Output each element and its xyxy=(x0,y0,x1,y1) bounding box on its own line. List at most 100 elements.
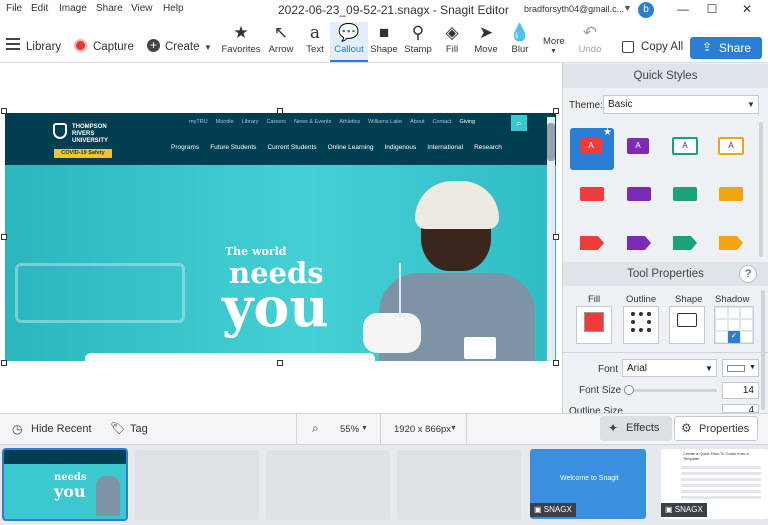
maximize-icon[interactable]: ☐ xyxy=(702,2,722,16)
theme-select[interactable]: Basic ▼ xyxy=(603,95,759,114)
thumb-welcome-text: Welcome to Snagit xyxy=(560,475,619,482)
nav-link: Indigenous xyxy=(384,144,417,151)
tool-blur[interactable]: 💧 Blur xyxy=(499,22,541,62)
callout-style-orange[interactable]: A xyxy=(718,137,744,155)
font-select[interactable]: Arial ▼ xyxy=(622,359,717,377)
help-icon[interactable]: ? xyxy=(739,265,757,283)
account-dropdown-icon[interactable]: ▼ xyxy=(623,3,632,13)
hide-recent-icon[interactable]: ◷ xyxy=(12,422,22,436)
tray-thumb-empty[interactable] xyxy=(135,450,259,520)
resize-handle[interactable] xyxy=(277,360,283,366)
effects-label: Effects xyxy=(626,422,660,434)
font-value: Arial xyxy=(627,363,648,374)
tray-thumb-empty[interactable] xyxy=(266,450,390,520)
thumb-figure xyxy=(96,476,120,516)
account-email[interactable]: bradforsyth04@gmail.c... xyxy=(524,4,624,14)
menu-file[interactable]: File xyxy=(6,3,22,14)
share-button[interactable]: ⇪ Share xyxy=(690,37,762,59)
font-color-picker[interactable]: ▼ xyxy=(722,359,759,377)
create-plus-icon[interactable]: + xyxy=(147,39,160,52)
gear-icon: ⚙ xyxy=(681,421,692,435)
tru-search-icon: ⌕ xyxy=(511,115,527,131)
callout-style-teal[interactable]: A xyxy=(672,137,698,155)
tray-thumb-guide[interactable]: Create a Quick How-To Guide from a Templ… xyxy=(661,449,768,519)
tray-thumb-welcome[interactable]: Welcome to Snagit ▣ SNAGX xyxy=(530,449,646,519)
resize-handle[interactable] xyxy=(277,108,283,114)
slider-thumb[interactable] xyxy=(624,385,634,395)
top-link: Careers xyxy=(266,119,287,125)
create-dropdown-icon[interactable]: ▼ xyxy=(204,43,212,52)
callout-style-purple[interactable]: A xyxy=(627,138,649,154)
outline-color-picker[interactable] xyxy=(623,306,659,344)
logo-line: UNIVERSITY xyxy=(72,138,109,144)
zoom-level[interactable]: 55% xyxy=(340,424,359,435)
copy-all-button[interactable]: Copy All xyxy=(641,41,683,53)
shadow-grid[interactable]: ✓ xyxy=(714,306,754,344)
menu-share[interactable]: Share xyxy=(96,3,123,14)
resize-handle[interactable] xyxy=(553,234,559,240)
snagx-badge: ▣ SNAGX xyxy=(661,503,707,517)
resize-handle[interactable] xyxy=(1,360,7,366)
tray-thumb-empty[interactable] xyxy=(397,450,521,520)
zoom-icon[interactable]: ⌕ xyxy=(312,421,319,436)
fill-color-picker[interactable] xyxy=(576,306,612,344)
effects-button[interactable]: ✦ Effects xyxy=(600,416,672,441)
create-button[interactable]: Create xyxy=(165,41,200,53)
callout-style-orange-2[interactable] xyxy=(719,187,743,201)
tray-thumb-current[interactable]: needs you xyxy=(2,448,128,521)
properties-button[interactable]: ⚙ Properties xyxy=(674,416,758,441)
library-button[interactable]: Library xyxy=(26,41,61,53)
resize-handle[interactable] xyxy=(1,234,7,240)
chevron-down-icon[interactable]: ▼ xyxy=(450,425,457,432)
outline-label: Outline xyxy=(626,294,657,305)
font-size-slider[interactable] xyxy=(624,385,717,395)
undo-button[interactable]: ↶ Undo xyxy=(569,22,611,62)
share-icon: ⇪ xyxy=(702,40,713,54)
favorite-star-icon: ★ xyxy=(603,127,612,138)
styles-scrollbar[interactable] xyxy=(759,122,763,257)
callout-style-purple-2[interactable] xyxy=(627,187,651,201)
hamburger-icon[interactable] xyxy=(6,38,20,50)
chevron-down-icon[interactable]: ▼ xyxy=(361,425,368,432)
callout-style-red[interactable]: A xyxy=(580,138,602,154)
shape-picker[interactable] xyxy=(669,306,705,344)
image-dimensions[interactable]: 1920 x 866px xyxy=(394,424,451,435)
avatar[interactable]: b xyxy=(638,2,654,18)
capture-button[interactable]: Capture xyxy=(93,41,134,53)
resize-handle[interactable] xyxy=(553,360,559,366)
properties-scrollbar[interactable] xyxy=(761,290,765,410)
divider xyxy=(380,414,381,444)
tag-button[interactable]: Tag xyxy=(130,423,148,435)
minimize-icon[interactable]: — xyxy=(673,2,693,16)
hero-bottom-edge xyxy=(85,353,375,361)
more-dropdown-icon[interactable]: ▼ xyxy=(550,48,557,55)
font-size-label: Font Size xyxy=(579,385,622,396)
menu-image[interactable]: Image xyxy=(59,3,87,14)
top-link: Athletics xyxy=(339,119,361,125)
resize-handle[interactable] xyxy=(1,108,7,114)
capture-icon[interactable] xyxy=(74,39,87,52)
more-button[interactable]: More xyxy=(543,36,565,47)
font-size-input[interactable]: 14 xyxy=(722,382,759,399)
title-bar: File Edit Image Share View Help 2022-06-… xyxy=(0,0,768,20)
resize-handle[interactable] xyxy=(553,108,559,114)
menu-edit[interactable]: Edit xyxy=(31,3,48,14)
tool-favorites[interactable]: ★ Favorites xyxy=(220,22,262,62)
properties-label: Properties xyxy=(699,423,750,435)
callout-style-teal-2[interactable] xyxy=(673,187,697,201)
menu-help[interactable]: Help xyxy=(163,3,184,14)
shape-label: Shape xyxy=(675,294,703,305)
top-link: Williams Lake xyxy=(368,119,403,125)
callout-style-red-2[interactable] xyxy=(580,187,604,201)
close-icon[interactable]: ✕ xyxy=(737,2,757,16)
undo-label: Undo xyxy=(578,44,602,55)
captured-image[interactable]: THOMPSON RIVERS UNIVERSITY COVID-19 Safe… xyxy=(5,113,556,361)
shadow-label[interactable]: Shadow xyxy=(715,294,749,305)
tag-icon[interactable]: 🏷 xyxy=(110,421,125,435)
chevron-down-icon: ▼ xyxy=(749,364,756,371)
quick-styles-header: Quick Styles xyxy=(563,64,768,88)
outline-size-input[interactable]: 4 xyxy=(722,404,759,413)
hide-recent-button[interactable]: Hide Recent xyxy=(31,423,92,435)
menu-view[interactable]: View xyxy=(131,3,153,14)
copy-icon[interactable] xyxy=(622,41,634,53)
